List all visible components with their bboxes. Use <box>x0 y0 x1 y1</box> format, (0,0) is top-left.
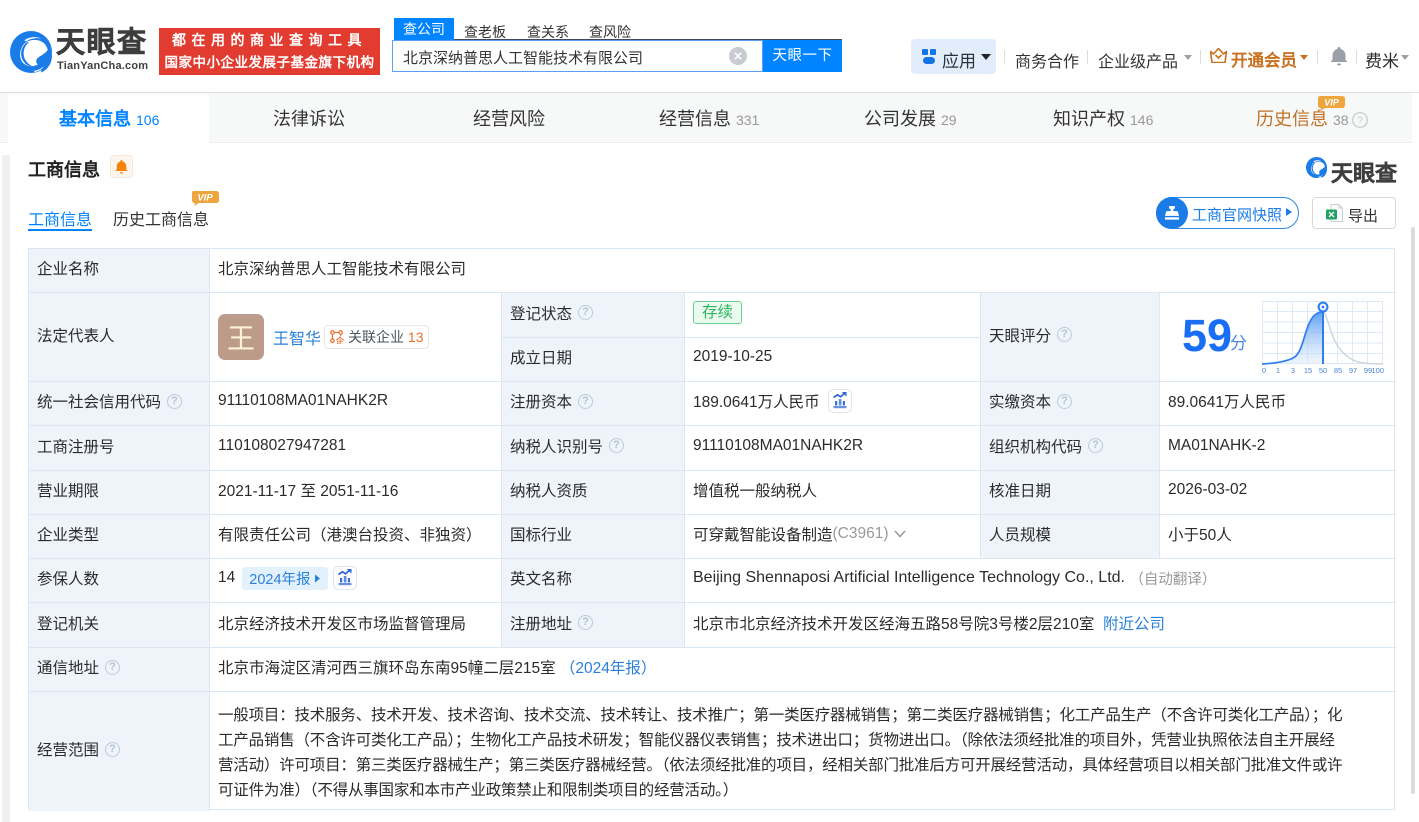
svg-text:VIP: VIP <box>197 193 213 204</box>
svg-text:VIP: VIP <box>1324 98 1340 108</box>
svg-text:1: 1 <box>1276 366 1280 375</box>
svg-text:0: 0 <box>1262 366 1266 375</box>
svg-text:15: 15 <box>1304 366 1312 375</box>
svg-text:3: 3 <box>1291 366 1295 375</box>
svg-text:97: 97 <box>1349 366 1357 375</box>
svg-text:50: 50 <box>1319 366 1327 375</box>
svg-text:?: ? <box>1357 116 1363 127</box>
svg-text:85: 85 <box>1334 366 1342 375</box>
svg-text:企: 企 <box>335 336 344 344</box>
svg-text:100: 100 <box>1371 366 1384 375</box>
